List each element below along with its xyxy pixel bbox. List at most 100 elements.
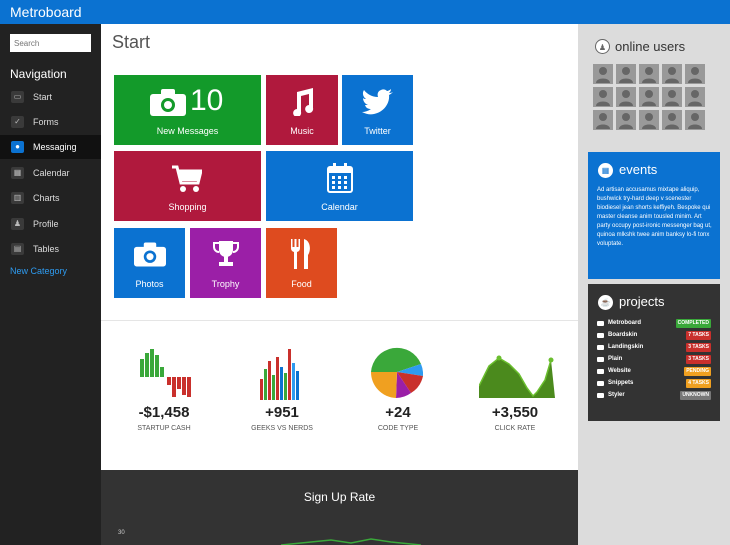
avatar[interactable] [685, 87, 705, 107]
trophy-icon [213, 241, 239, 266]
sidebar: Navigation ▭ Start ✓ Forms ● Messaging ▦… [0, 24, 101, 545]
chat-bubble-icon: ● [11, 141, 24, 153]
avatar[interactable] [685, 110, 705, 130]
main-content: Start 10 New Messages Music Twitter Shop… [101, 24, 578, 545]
stat-value: +24 [385, 404, 411, 421]
folder-icon [597, 321, 604, 326]
folder-icon [597, 357, 604, 362]
sidebar-item-charts[interactable]: ▥ Charts [0, 186, 101, 210]
area-sparkline [479, 355, 555, 398]
project-name: Snippets [608, 380, 634, 386]
monitor-icon: ▭ [11, 91, 24, 103]
folder-icon [597, 333, 604, 338]
tile-trophy[interactable]: Trophy [190, 228, 261, 298]
chart-icon: ▥ [11, 192, 24, 204]
avatar[interactable] [593, 64, 613, 84]
sidebar-item-start[interactable]: ▭ Start [0, 85, 101, 109]
events-title: events [619, 162, 658, 177]
sidebar-item-label: Messaging [33, 142, 77, 152]
status-badge: 7 TASKS [686, 331, 711, 340]
tile-food[interactable]: Food [266, 228, 337, 298]
tile-shopping[interactable]: Shopping [114, 151, 261, 221]
tile-twitter[interactable]: Twitter [342, 75, 413, 145]
project-row[interactable]: Snippets 4 TASKS [597, 379, 711, 390]
nav-title: Navigation [10, 67, 67, 81]
camera-icon [150, 89, 186, 116]
stat-value: -$1,458 [138, 404, 190, 421]
avatar[interactable] [662, 87, 682, 107]
sidebar-item-label: Charts [33, 193, 60, 203]
tile-label: New Messages [156, 126, 219, 136]
project-name: Plain [608, 356, 623, 362]
page-title: Start [112, 32, 151, 52]
stat-caption: GEEKS VS NERDS [251, 425, 313, 432]
tile-label: Photos [135, 279, 164, 289]
table-icon: ▤ [11, 243, 24, 255]
calendar-icon [327, 163, 353, 193]
signup-line-chart [281, 538, 421, 545]
sidebar-item-calendar[interactable]: ▦ Calendar [0, 161, 101, 185]
status-badge: 3 TASKS [686, 343, 711, 352]
project-name: Metroboard [608, 320, 641, 326]
avatar[interactable] [593, 110, 613, 130]
app-title[interactable]: Metroboard [10, 4, 82, 20]
project-row[interactable]: Website PENDING [597, 367, 711, 378]
project-row[interactable]: Styler UNKNOWN [597, 391, 711, 402]
tile-new-messages[interactable]: 10 New Messages [114, 75, 261, 145]
sidebar-item-profile[interactable]: ♟ Profile [0, 212, 101, 236]
search-input[interactable] [10, 34, 91, 52]
new-category-link[interactable]: New Category [10, 266, 67, 276]
folder-icon [597, 369, 604, 374]
tile-label: Music [290, 126, 314, 136]
folder-icon [597, 393, 604, 398]
divider [101, 320, 578, 321]
avatar[interactable] [685, 64, 705, 84]
tile-label: Twitter [364, 126, 391, 136]
avatar[interactable] [616, 110, 636, 130]
twitter-bird-icon [362, 89, 393, 115]
status-badge: 3 TASKS [686, 355, 711, 364]
sidebar-item-forms[interactable]: ✓ Forms [0, 110, 101, 134]
project-name: Styler [608, 392, 625, 398]
avatar[interactable] [616, 64, 636, 84]
tile-label: Trophy [211, 279, 240, 289]
sidebar-item-messaging[interactable]: ● Messaging [0, 135, 101, 159]
tile-label: Calendar [321, 202, 358, 212]
avatar[interactable] [593, 87, 613, 107]
sidebar-item-label: Calendar [33, 168, 70, 178]
events-panel: ▦ events Ad artisan accusamus mixtape al… [588, 152, 720, 279]
axis-tick-label: 30 [118, 530, 125, 536]
status-badge: 4 TASKS [686, 379, 711, 388]
sidebar-item-label: Profile [33, 219, 59, 229]
tile-label: Shopping [168, 202, 207, 212]
tile-calendar[interactable]: Calendar [266, 151, 413, 221]
tile-music[interactable]: Music [266, 75, 338, 145]
project-row[interactable]: Plain 3 TASKS [597, 355, 711, 366]
status-badge: UNKNOWN [680, 391, 711, 400]
avatar[interactable] [662, 64, 682, 84]
signup-rate-panel: Sign Up Rate 30 [101, 470, 578, 545]
avatar[interactable] [639, 64, 659, 84]
stat-value: +3,550 [491, 404, 539, 421]
sidebar-item-tables[interactable]: ▤ Tables [0, 237, 101, 261]
camera-icon [134, 242, 166, 267]
project-row[interactable]: Boardskin 7 TASKS [597, 331, 711, 342]
bar-sparkline [260, 349, 299, 400]
user-icon: ♟ [11, 218, 24, 230]
project-row[interactable]: Landingskin 3 TASKS [597, 343, 711, 354]
calendar-icon: ▦ [11, 167, 24, 179]
projects-panel: ☕ projects Metroboard COMPLETED Boardski… [588, 284, 720, 421]
stat-caption: CLICK RATE [494, 425, 536, 432]
music-note-icon [293, 88, 314, 116]
project-row[interactable]: Metroboard COMPLETED [597, 319, 711, 330]
folder-icon [597, 381, 604, 386]
avatar[interactable] [639, 110, 659, 130]
avatar[interactable] [639, 87, 659, 107]
avatar[interactable] [662, 110, 682, 130]
avatar[interactable] [616, 87, 636, 107]
signup-title: Sign Up Rate [303, 490, 376, 504]
project-name: Boardskin [608, 332, 638, 338]
stat-caption: CODE TYPE [377, 425, 419, 432]
tile-photos[interactable]: Photos [114, 228, 185, 298]
status-badge: COMPLETED [675, 319, 711, 328]
